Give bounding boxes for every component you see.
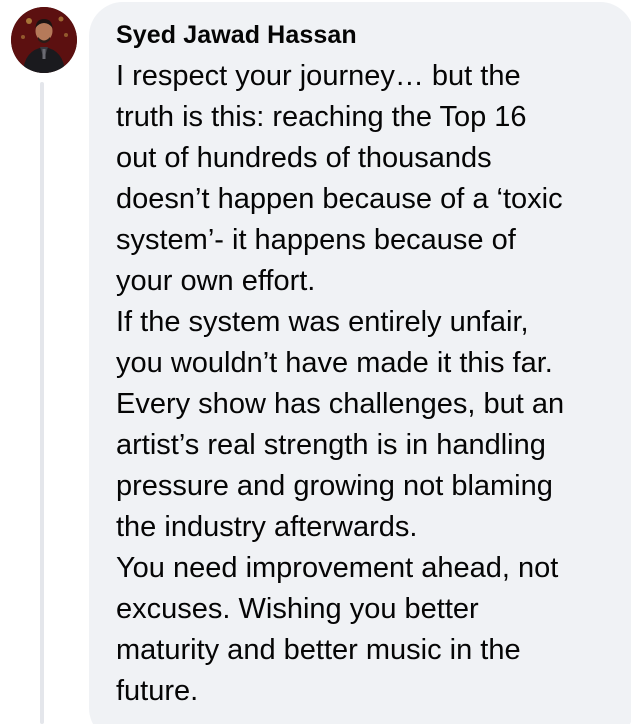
comment-thread: Syed Jawad Hassan I respect your journey… <box>0 0 631 724</box>
comment-author-name[interactable]: Syed Jawad Hassan <box>116 18 614 52</box>
comment-text-line: system’- it happens because of <box>116 224 516 256</box>
comment-text-line: Every show has challenges, but an <box>116 388 565 420</box>
comment-text-line: you wouldn’t have made it this far. <box>116 347 553 379</box>
comment-bubble: Syed Jawad Hassan I respect your journey… <box>89 2 631 724</box>
reply-thread-line <box>40 82 44 724</box>
comment-text-line: If the system was entirely unfair, <box>116 306 529 338</box>
comment-text-line: doesn’t happen because of a ‘toxic <box>116 183 563 215</box>
comment-text-line: maturity and better music in the <box>116 634 521 666</box>
comment-text-line: future. <box>116 675 199 707</box>
comment-text-line: the industry afterwards. <box>116 511 418 543</box>
comment-text-line: pressure and growing not blaming <box>116 470 553 502</box>
author-avatar[interactable] <box>11 7 77 73</box>
comment-text-line: out of hundreds of thousands <box>116 142 492 174</box>
comment-text-line: your own effort. <box>116 265 316 297</box>
user-avatar-photo-icon <box>11 7 77 73</box>
comment-text-line: artist’s real strength is in handling <box>116 429 546 461</box>
comment-text: I respect your journey… but the truth is… <box>116 56 614 712</box>
comment-text-line: I respect your journey… but the <box>116 60 521 92</box>
comment-text-line: truth is this: reaching the Top 16 <box>116 101 527 133</box>
comment-text-line: You need improvement ahead, not <box>116 552 559 584</box>
comment-text-line: excuses. Wishing you better <box>116 593 479 625</box>
